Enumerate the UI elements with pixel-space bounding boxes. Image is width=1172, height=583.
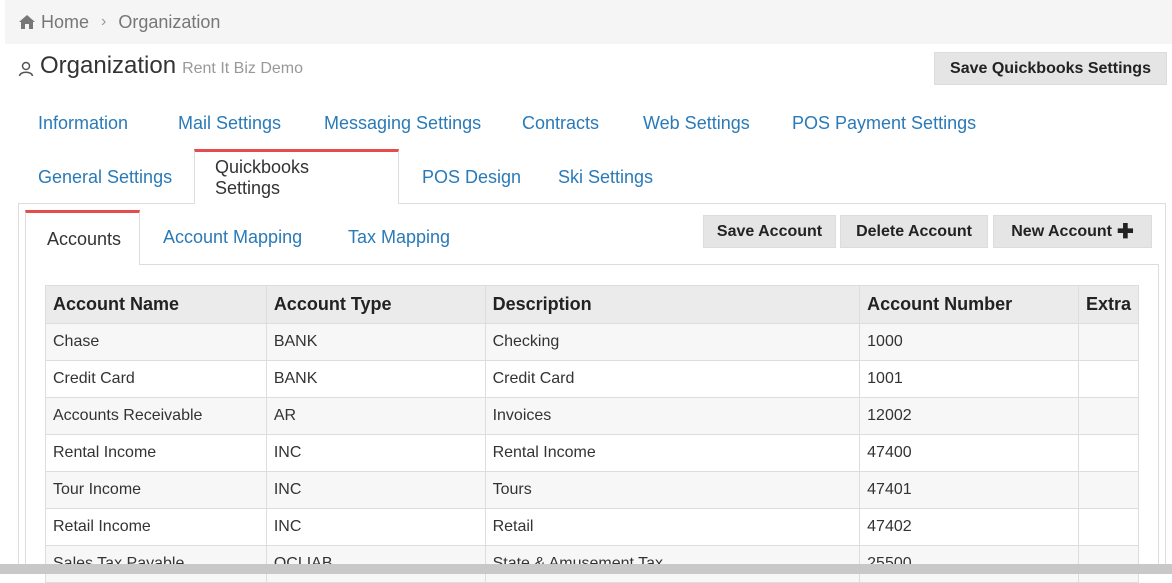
table-cell: Accounts Receivable xyxy=(45,397,267,435)
column-header-extra[interactable]: Extra xyxy=(1077,285,1140,324)
table-cell: 47402 xyxy=(859,508,1079,546)
tab-web-settings[interactable]: Web Settings xyxy=(623,96,770,150)
table-cell xyxy=(1077,323,1140,361)
new-account-label: New Account xyxy=(1011,222,1112,240)
delete-account-button[interactable]: Delete Account xyxy=(840,215,988,248)
page-title: Organization xyxy=(40,52,177,79)
table-cell: 47401 xyxy=(859,471,1079,509)
tab-contracts[interactable]: Contracts xyxy=(502,96,619,150)
breadcrumb-current: Organization xyxy=(118,11,221,32)
table-cell: 1000 xyxy=(859,323,1079,361)
tab-pos-payment-settings[interactable]: POS Payment Settings xyxy=(772,96,996,150)
table-cell: Credit Card xyxy=(484,360,861,398)
tab-information[interactable]: Information xyxy=(18,96,148,150)
subtab-accounts[interactable]: Accounts xyxy=(25,210,140,265)
page-subtitle: Rent It Biz Demo xyxy=(182,60,304,77)
table-cell: AR xyxy=(265,397,486,435)
table-cell: 1001 xyxy=(859,360,1079,398)
subtab-account-mapping[interactable]: Account Mapping xyxy=(142,210,323,265)
table-cell: Credit Card xyxy=(45,360,267,398)
save-account-button[interactable]: Save Account xyxy=(703,215,836,248)
table-row[interactable]: Chase BANK Checking 1000 xyxy=(45,323,1140,361)
plus-icon: ✚ xyxy=(1116,220,1134,243)
accounts-table: Account Name Account Type Description Ac… xyxy=(45,285,1140,583)
page-header: Organization Rent It Biz Demo xyxy=(18,52,303,86)
chevron-right-icon: › xyxy=(101,13,107,30)
table-cell: 12002 xyxy=(859,397,1079,435)
table-cell: Invoices xyxy=(484,397,861,435)
breadcrumb-home[interactable]: Home xyxy=(41,12,89,33)
table-cell: Tours xyxy=(484,471,861,509)
subtab-tax-mapping[interactable]: Tax Mapping xyxy=(327,210,471,265)
tab-quickbooks-settings[interactable]: Quickbooks Settings xyxy=(194,149,399,204)
table-cell: Retail Income xyxy=(45,508,267,546)
column-header-account-name[interactable]: Account Name xyxy=(45,285,267,324)
column-header-description[interactable]: Description xyxy=(484,285,861,324)
column-header-account-number[interactable]: Account Number xyxy=(859,285,1079,324)
table-cell: BANK xyxy=(265,360,486,398)
table-row[interactable]: Tour Income INC Tours 47401 xyxy=(45,471,1140,509)
home-icon xyxy=(19,15,35,29)
table-cell: INC xyxy=(265,471,486,509)
table-cell xyxy=(1077,508,1140,546)
horizontal-scrollbar[interactable] xyxy=(0,564,1172,574)
breadcrumb: Home › Organization xyxy=(5,0,1172,44)
table-cell: Checking xyxy=(484,323,861,361)
table-cell: INC xyxy=(265,508,486,546)
tab-pos-design[interactable]: POS Design xyxy=(402,150,541,204)
table-row[interactable]: Retail Income INC Retail 47402 xyxy=(45,508,1140,546)
column-header-account-type[interactable]: Account Type xyxy=(265,285,486,324)
table-cell: BANK xyxy=(265,323,486,361)
table-cell xyxy=(1077,471,1140,509)
table-cell: Rental Income xyxy=(45,434,267,472)
table-cell: INC xyxy=(265,434,486,472)
save-quickbooks-settings-button[interactable]: Save Quickbooks Settings xyxy=(934,52,1167,85)
tab-messaging-settings[interactable]: Messaging Settings xyxy=(304,96,501,150)
tab-general-settings[interactable]: General Settings xyxy=(18,150,192,204)
table-row[interactable]: Accounts Receivable AR Invoices 12002 xyxy=(45,397,1140,435)
table-cell: 47400 xyxy=(859,434,1079,472)
new-account-button[interactable]: New Account ✚ xyxy=(993,215,1152,248)
user-icon xyxy=(18,61,34,77)
table-cell: Retail xyxy=(484,508,861,546)
table-row[interactable]: Credit Card BANK Credit Card 1001 xyxy=(45,360,1140,398)
tab-mail-settings[interactable]: Mail Settings xyxy=(158,96,301,150)
table-cell: Rental Income xyxy=(484,434,861,472)
table-cell xyxy=(1077,397,1140,435)
table-cell xyxy=(1077,434,1140,472)
table-cell: Chase xyxy=(45,323,267,361)
tab-ski-settings[interactable]: Ski Settings xyxy=(538,150,673,204)
table-header-row: Account Name Account Type Description Ac… xyxy=(45,285,1140,324)
table-cell: Tour Income xyxy=(45,471,267,509)
table-row[interactable]: Rental Income INC Rental Income 47400 xyxy=(45,434,1140,472)
table-cell xyxy=(1077,360,1140,398)
